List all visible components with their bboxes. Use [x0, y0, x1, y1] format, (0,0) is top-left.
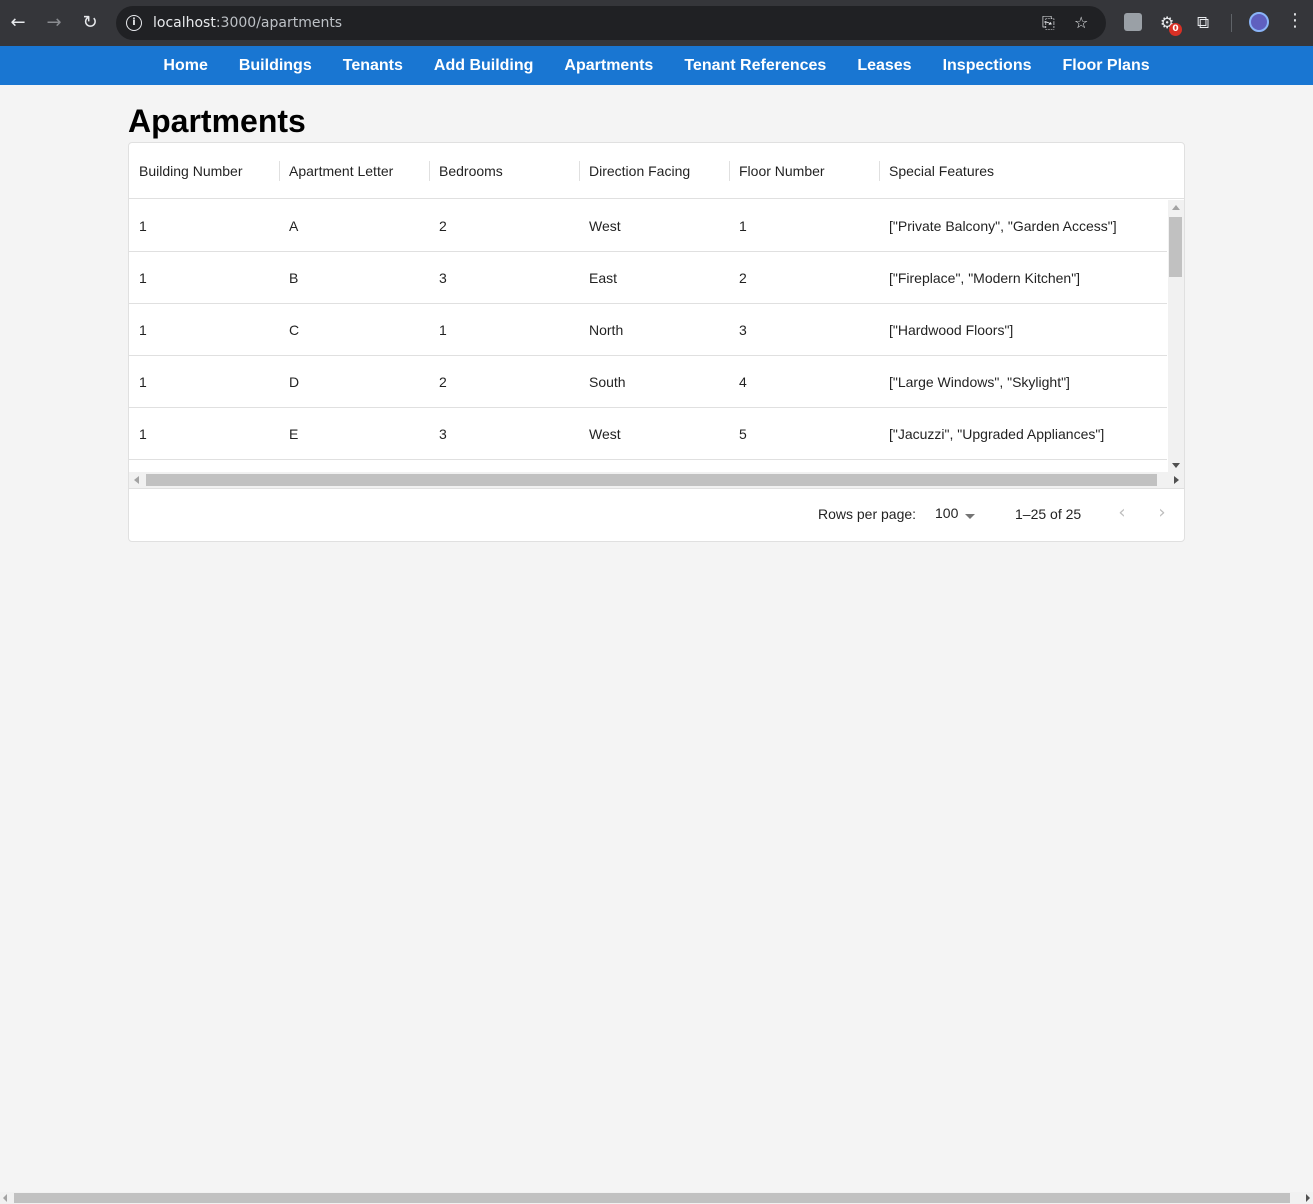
pagination-range: 1–25 of 25: [1015, 506, 1082, 522]
previous-page-icon[interactable]: ‹: [1110, 501, 1134, 525]
table-row[interactable]: 1 E 3 West 5 ["Jacuzzi", "Upgraded Appli…: [129, 408, 1167, 460]
cell-building-number[interactable]: 1: [129, 304, 147, 356]
cell-bedrooms[interactable]: 3: [429, 408, 447, 460]
horizontal-scroll-thumb[interactable]: [146, 474, 1157, 486]
url-host: localhost: [153, 15, 216, 31]
address-bar[interactable]: i localhost:3000/apartments ⎘ ☆: [116, 6, 1106, 40]
app-nav: Home Buildings Tenants Add Building Apar…: [0, 46, 1313, 85]
nav-home[interactable]: Home: [163, 57, 207, 75]
cell-apartment-letter[interactable]: B: [279, 252, 298, 304]
nav-buildings[interactable]: Buildings: [239, 57, 312, 75]
nav-floor-plans[interactable]: Floor Plans: [1062, 57, 1149, 75]
page-title: Apartments: [128, 103, 306, 139]
grid-body: 1 A 2 West 1 ["Private Balcony", "Garden…: [129, 200, 1167, 460]
vertical-scroll-thumb[interactable]: [1169, 217, 1182, 277]
caret-down-icon[interactable]: [965, 514, 975, 519]
profile-avatar[interactable]: [1249, 12, 1269, 32]
table-row[interactable]: 1 A 2 West 1 ["Private Balcony", "Garden…: [129, 200, 1167, 252]
grid-horizontal-scrollbar[interactable]: [129, 472, 1184, 488]
url-path: :3000/apartments: [215, 15, 343, 31]
cell-floor-number[interactable]: 5: [729, 408, 747, 460]
extension-icon[interactable]: [1124, 13, 1142, 31]
cell-floor-number[interactable]: 4: [729, 356, 747, 408]
column-header-apartment-letter[interactable]: Apartment Letter: [279, 143, 429, 199]
grid-vertical-scrollbar[interactable]: [1168, 200, 1184, 472]
column-header-building-number[interactable]: Building Number: [129, 143, 279, 199]
cell-direction-facing[interactable]: North: [579, 304, 623, 356]
apartments-data-grid: Building Number Apartment Letter Bedroom…: [128, 142, 1185, 542]
rows-per-page-label: Rows per page:: [818, 506, 917, 522]
column-header-special-features[interactable]: Special Features: [879, 143, 1179, 199]
cell-building-number[interactable]: 1: [129, 200, 147, 252]
scroll-right-arrow-icon[interactable]: [1174, 476, 1179, 484]
url-text[interactable]: localhost:3000/apartments: [153, 15, 342, 31]
table-row[interactable]: 1 D 2 South 4 ["Large Windows", "Skyligh…: [129, 356, 1167, 408]
column-header-floor-number[interactable]: Floor Number: [729, 143, 879, 199]
cell-direction-facing[interactable]: East: [579, 252, 617, 304]
install-app-icon[interactable]: ⎘: [1042, 13, 1055, 33]
nav-add-building[interactable]: Add Building: [434, 57, 534, 75]
cell-floor-number[interactable]: 1: [729, 200, 747, 252]
back-arrow-icon[interactable]: ←: [6, 11, 30, 35]
cell-bedrooms[interactable]: 2: [429, 356, 447, 408]
page-scroll-right-arrow-icon[interactable]: [1306, 1194, 1310, 1202]
cell-building-number[interactable]: 1: [129, 408, 147, 460]
table-row[interactable]: 1 B 3 East 2 ["Fireplace", "Modern Kitch…: [129, 252, 1167, 304]
cell-bedrooms[interactable]: 3: [429, 252, 447, 304]
browser-toolbar: ← → ↻ i localhost:3000/apartments ⎘ ☆ ⚙ 0…: [0, 0, 1313, 46]
cell-special-features[interactable]: ["Large Windows", "Skylight"]: [879, 356, 1070, 408]
cell-building-number[interactable]: 1: [129, 252, 147, 304]
cell-bedrooms[interactable]: 1: [429, 304, 447, 356]
table-row[interactable]: 1 C 1 North 3 ["Hardwood Floors"]: [129, 304, 1167, 356]
toolbar-divider: [1231, 14, 1232, 32]
nav-leases[interactable]: Leases: [857, 57, 911, 75]
grid-footer: Rows per page: 100 1–25 of 25 ‹ ›: [129, 488, 1184, 541]
column-header-direction-facing[interactable]: Direction Facing: [579, 143, 729, 199]
extension-bug-icon[interactable]: ⚙ 0: [1160, 13, 1182, 36]
kebab-menu-icon[interactable]: ⋮: [1286, 10, 1304, 31]
rows-per-page-select[interactable]: 100: [935, 505, 958, 521]
scroll-down-arrow-icon[interactable]: [1172, 463, 1180, 468]
cell-direction-facing[interactable]: West: [579, 200, 621, 252]
cell-direction-facing[interactable]: West: [579, 408, 621, 460]
cell-floor-number[interactable]: 3: [729, 304, 747, 356]
cell-apartment-letter[interactable]: C: [279, 304, 299, 356]
cell-special-features[interactable]: ["Jacuzzi", "Upgraded Appliances"]: [879, 408, 1104, 460]
extension-badge: 0: [1169, 23, 1182, 36]
cell-floor-number[interactable]: 2: [729, 252, 747, 304]
nav-tenant-references[interactable]: Tenant References: [684, 57, 826, 75]
nav-inspections[interactable]: Inspections: [943, 57, 1032, 75]
nav-tenants[interactable]: Tenants: [343, 57, 403, 75]
cell-special-features[interactable]: ["Private Balcony", "Garden Access"]: [879, 200, 1117, 252]
cell-bedrooms[interactable]: 2: [429, 200, 447, 252]
page-scroll-left-arrow-icon[interactable]: [3, 1194, 7, 1202]
cell-direction-facing[interactable]: South: [579, 356, 626, 408]
cell-apartment-letter[interactable]: D: [279, 356, 299, 408]
cell-apartment-letter[interactable]: E: [279, 408, 298, 460]
puzzle-icon[interactable]: ⧉: [1197, 13, 1215, 33]
cell-apartment-letter[interactable]: A: [279, 200, 298, 252]
next-page-icon[interactable]: ›: [1150, 501, 1174, 525]
star-icon[interactable]: ☆: [1074, 13, 1088, 32]
nav-apartments[interactable]: Apartments: [564, 57, 653, 75]
scroll-left-arrow-icon[interactable]: [134, 476, 139, 484]
page-horizontal-scrollbar[interactable]: [0, 1192, 1313, 1204]
cell-special-features[interactable]: ["Fireplace", "Modern Kitchen"]: [879, 252, 1080, 304]
cell-special-features[interactable]: ["Hardwood Floors"]: [879, 304, 1013, 356]
forward-arrow-icon[interactable]: →: [42, 11, 66, 35]
reload-icon[interactable]: ↻: [78, 11, 102, 35]
page-horizontal-scroll-thumb[interactable]: [14, 1193, 1290, 1203]
cell-building-number[interactable]: 1: [129, 356, 147, 408]
site-info-icon[interactable]: i: [126, 15, 142, 31]
column-header-bedrooms[interactable]: Bedrooms: [429, 143, 579, 199]
grid-header: Building Number Apartment Letter Bedroom…: [129, 143, 1184, 199]
scroll-up-arrow-icon[interactable]: [1172, 205, 1180, 210]
